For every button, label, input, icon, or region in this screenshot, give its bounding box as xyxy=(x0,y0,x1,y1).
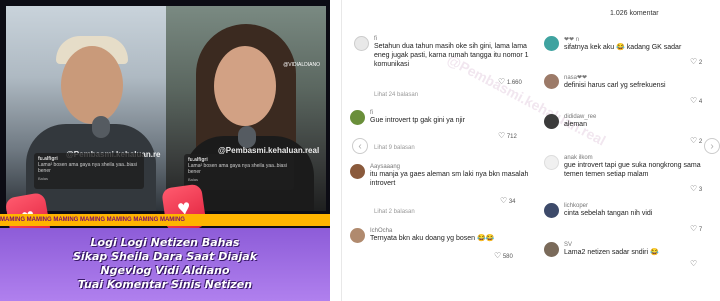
overlay-comment-reply: Balas xyxy=(38,176,49,181)
avatar[interactable] xyxy=(544,242,559,257)
previous-arrow-icon[interactable]: ‹ xyxy=(352,138,368,154)
like-button[interactable]: ♡ 3 xyxy=(690,184,702,193)
comment-text: itu manja ya gaes aleman sm laki nya bkn… xyxy=(370,171,529,178)
avatar[interactable] xyxy=(544,203,559,218)
view-replies-link[interactable]: Lihat 9 balasan xyxy=(374,145,415,151)
comment-body: ❤❤ n sifatnya kek aku 😂 kadang GK sadar xyxy=(564,36,681,52)
like-count: 2 xyxy=(698,139,703,145)
comment-body: nasa❤❤ definisi harus carl yg sefrekuens… xyxy=(564,74,666,90)
heart-outline-icon: ♡ xyxy=(690,136,698,145)
avatar[interactable] xyxy=(544,114,559,129)
screenshot-root: @VIDIALDIANO @Pembasmi.kehaluan.re @Pemb… xyxy=(0,0,720,301)
comment-user[interactable]: nasa❤❤ xyxy=(564,74,666,81)
comment-body: SV Lama2 netizen sadar sndiri 😂 xyxy=(564,242,659,257)
comment-text: Lama2 netizen sadar sndiri 😂 xyxy=(564,249,659,256)
comment-text: aleman xyxy=(564,121,587,128)
like-count: 34 xyxy=(508,199,516,205)
like-count: 3 xyxy=(698,187,703,193)
avatar[interactable] xyxy=(350,228,365,243)
headline-line: Ngevlog Vidi Aldiano xyxy=(100,264,230,277)
avatar[interactable] xyxy=(544,155,559,170)
headline-line: Sikap Sheila Dara Saat Diajak xyxy=(72,250,258,263)
headline-box: Logi Logi Netizen Bahas Sikap Sheila Dar… xyxy=(0,228,330,301)
comment-text: Ternyata bkn aku doang yg bosen 😂😂 xyxy=(370,235,495,242)
like-count: 580 xyxy=(502,254,513,260)
heart-outline-icon: ♡ xyxy=(498,77,506,86)
video-thumbnail[interactable]: @VIDIALDIANO @Pembasmi.kehaluan.re @Pemb… xyxy=(0,0,330,301)
comment-text: komunikasi xyxy=(374,61,410,68)
person-head xyxy=(61,46,123,124)
ribbon-banner: MAMING MAMING MAMING MAMING MAMING MAMIN… xyxy=(0,214,330,226)
heart-outline-icon: ♡ xyxy=(690,57,698,66)
avatar[interactable] xyxy=(544,36,559,51)
comment-body: fi Setahun dua tahun masih oke sih gini,… xyxy=(374,36,529,69)
avatar[interactable] xyxy=(350,110,365,125)
comment-body: IchOcha Ternyata bkn aku doang yg bosen … xyxy=(370,228,494,243)
comment-text: cinta sebelah tangan nih vidi xyxy=(564,210,653,217)
like-count: 4 xyxy=(698,99,703,105)
comment-body: lichkoper cinta sebelah tangan nih vidi xyxy=(564,203,652,218)
like-count: 712 xyxy=(506,134,517,140)
comment-text: gue introvert tapi gue suka nongkrong sa… xyxy=(564,162,701,169)
heart-outline-icon: ♡ xyxy=(690,224,698,233)
comment-body: fi Gue introvert tp gak gini ya njir xyxy=(370,110,465,125)
overlay-comment-card: fu.alfigri Lama² bosen ama gaya nya shei… xyxy=(184,154,294,190)
heart-outline-icon: ♡ xyxy=(498,131,506,140)
source-tag: @VIDIALDIANO xyxy=(283,62,320,68)
like-button[interactable]: ♡ 2 xyxy=(690,136,702,145)
headline-line: Logi Logi Netizen Bahas xyxy=(90,236,240,249)
comment-body: anak ilkom gue introvert tapi gue suka n… xyxy=(564,155,701,179)
like-count: 2 xyxy=(698,60,703,66)
like-button[interactable]: ♡ 580 xyxy=(494,251,513,260)
like-button[interactable]: ♡ 34 xyxy=(500,196,516,205)
like-button[interactable]: ♡ 2 xyxy=(690,57,702,66)
like-count: 7 xyxy=(698,227,703,233)
overlay-comment-text: Lama² bosen ama gaya nya sheila yaa..bia… xyxy=(188,163,287,175)
comment-body: dididaw_ree aleman xyxy=(564,114,596,129)
microphone-icon xyxy=(92,116,110,138)
comment-text: definisi harus carl yg sefrekuensi xyxy=(564,82,666,89)
avatar[interactable] xyxy=(544,74,559,89)
comment-body: Aaysaaang itu manja ya gaes aleman sm la… xyxy=(370,164,528,188)
comments-panel: 1.026 komentar @Pembasmi.kehaluan.real ‹… xyxy=(342,0,720,301)
comment-text: introvert xyxy=(370,180,396,187)
like-button[interactable]: ♡ 712 xyxy=(498,131,517,140)
like-count: 1.660 xyxy=(506,80,522,86)
microphone-icon xyxy=(238,126,256,148)
heart-outline-icon: ♡ xyxy=(690,96,698,105)
comment-count: 1.026 komentar xyxy=(610,10,659,17)
comment-text: Gue introvert tp gak gini ya njir xyxy=(370,117,465,124)
like-button[interactable]: ♡ xyxy=(690,259,697,268)
avatar[interactable] xyxy=(354,36,369,51)
heart-outline-icon: ♡ xyxy=(690,184,698,193)
person-head xyxy=(214,46,276,126)
headline-line: Tuai Komentar Sinis Netizen xyxy=(77,278,253,291)
comment-text: temen temen setiap malam xyxy=(564,171,649,178)
like-button[interactable]: ♡ 7 xyxy=(690,224,702,233)
avatar[interactable] xyxy=(350,164,365,179)
overlay-comment-text: Lama² bosen ama gaya nya sheila yaa..bia… xyxy=(38,162,137,174)
overlay-comment-card: fu.alfigri Lama² bosen ama gaya nya shei… xyxy=(34,153,144,189)
heart-outline-icon: ♡ xyxy=(494,251,502,260)
heart-outline-icon: ♡ xyxy=(500,196,508,205)
comment-text: Setahun dua tahun masih oke sih gini, la… xyxy=(374,43,527,50)
comment-text: eneg jugak pasti, karna rumah tangga itu… xyxy=(374,52,529,59)
like-button[interactable]: ♡ 4 xyxy=(690,96,702,105)
like-button[interactable]: ♡ 1.660 xyxy=(498,77,522,86)
overlay-comment-reply: Balas xyxy=(188,177,199,182)
view-replies-link[interactable]: Lihat 24 balasan xyxy=(374,92,418,98)
comment-user[interactable]: ❤❤ n xyxy=(564,36,681,43)
next-arrow-icon[interactable]: › xyxy=(704,138,720,154)
comment-text: sifatnya kek aku 😂 kadang GK sadar xyxy=(564,44,682,51)
heart-outline-icon: ♡ xyxy=(690,259,698,268)
view-replies-link[interactable]: Lihat 2 balasan xyxy=(374,209,415,215)
